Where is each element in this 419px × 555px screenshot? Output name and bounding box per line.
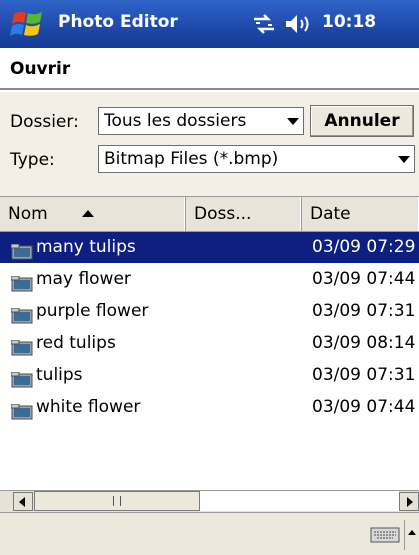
column-header-folder-label: Doss... <box>194 204 252 224</box>
file-row[interactable]: tulips 03/09 07:31 <box>0 360 419 391</box>
column-header-folder[interactable]: Doss... <box>186 197 302 231</box>
file-name: many tulips <box>36 237 136 257</box>
column-header-name-label: Nom <box>8 204 48 224</box>
file-name: red tulips <box>36 333 116 353</box>
dialog-header: Ouvrir <box>0 48 419 90</box>
folder-select[interactable]: Tous les dossiers <box>98 107 304 135</box>
bitmap-file-icon <box>10 304 33 324</box>
bitmap-file-icon <box>10 368 33 388</box>
folder-select-value: Tous les dossiers <box>104 111 247 131</box>
file-date: 03/09 07:44 <box>312 397 416 417</box>
file-row[interactable]: purple flower 03/09 07:31 <box>0 296 419 327</box>
scroll-left-button[interactable] <box>13 492 33 511</box>
column-header-name[interactable]: Nom <box>0 197 186 231</box>
column-headers: Nom Doss... Date <box>0 196 419 232</box>
scroll-track[interactable] <box>200 491 399 511</box>
file-name: white flower <box>36 397 141 417</box>
dropdown-arrow-icon[interactable] <box>287 118 299 125</box>
input-panel-toggle[interactable] <box>404 520 419 550</box>
file-list: many tulips 03/09 07:29 may flower 03/09 07… <box>0 232 419 490</box>
cancel-button[interactable]: Annuler <box>310 105 414 137</box>
file-date: 03/09 08:14 <box>312 333 416 353</box>
arrow-left-icon <box>19 497 25 507</box>
arrow-right-icon <box>407 497 413 507</box>
menu-bar <box>0 512 419 555</box>
connectivity-icon[interactable] <box>252 13 276 35</box>
scroll-thumb[interactable] <box>34 491 200 511</box>
file-row[interactable]: white flower 03/09 07:44 <box>0 392 419 423</box>
file-name: purple flower <box>36 301 149 321</box>
column-header-date-label: Date <box>310 204 351 224</box>
file-name: tulips <box>36 365 83 385</box>
keyboard-icon[interactable] <box>370 527 400 543</box>
column-header-date[interactable]: Date <box>302 197 419 231</box>
type-select[interactable]: Bitmap Files (*.bmp) <box>98 145 415 173</box>
scroll-right-button[interactable] <box>399 492 419 511</box>
file-row[interactable]: many tulips 03/09 07:29 <box>0 232 419 263</box>
folder-label: Dossier: <box>10 112 79 132</box>
arrow-up-icon <box>408 530 416 535</box>
app-title: Photo Editor <box>58 12 178 32</box>
bitmap-file-icon <box>10 400 33 420</box>
windows-start-icon[interactable] <box>10 8 46 40</box>
grip-icon <box>113 496 121 506</box>
bitmap-file-icon <box>10 336 33 356</box>
type-select-value: Bitmap Files (*.bmp) <box>104 149 279 169</box>
type-label: Type: <box>10 150 55 170</box>
bitmap-file-icon <box>10 240 33 260</box>
file-row[interactable]: may flower 03/09 07:44 <box>0 264 419 295</box>
filter-panel: Dossier: Tous les dossiers Annuler Type:… <box>0 92 419 196</box>
file-date: 03/09 07:44 <box>312 269 416 289</box>
clock[interactable]: 10:18 <box>322 12 376 32</box>
volume-icon[interactable] <box>284 12 314 36</box>
dialog-title: Ouvrir <box>10 59 71 79</box>
dropdown-arrow-icon[interactable] <box>398 156 410 163</box>
sort-ascending-icon <box>82 210 94 217</box>
file-date: 03/09 07:31 <box>312 365 416 385</box>
file-row[interactable]: red tulips 03/09 08:14 <box>0 328 419 359</box>
file-date: 03/09 07:31 <box>312 301 416 321</box>
bitmap-file-icon <box>10 272 33 292</box>
file-name: may flower <box>36 269 131 289</box>
file-date: 03/09 07:29 <box>312 237 416 257</box>
